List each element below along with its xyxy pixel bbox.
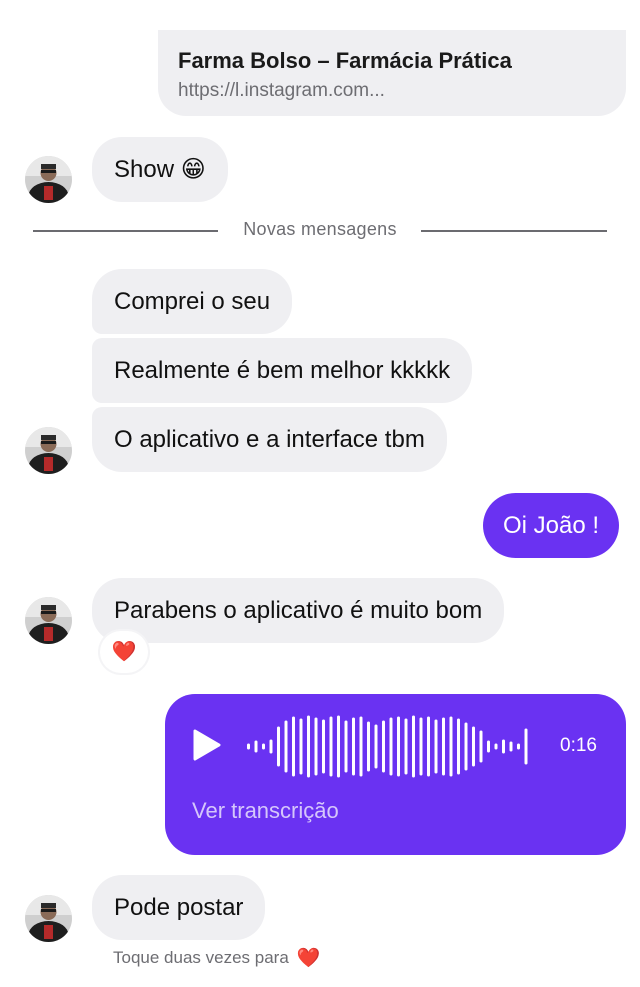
message-bubble[interactable]: Realmente é bem melhor kkkkk: [92, 338, 473, 403]
voice-duration: 0:16: [560, 735, 597, 756]
voice-message-bubble[interactable]: 0:16 Ver transcrição: [165, 694, 626, 855]
waveform-bar: [329, 716, 333, 777]
sender-avatar[interactable]: [25, 427, 72, 474]
waveform-bar: [299, 718, 303, 775]
play-icon[interactable]: [191, 729, 221, 761]
waveform-bar: [472, 726, 475, 767]
waveform-bar: [479, 730, 483, 763]
waveform-bar: [524, 728, 528, 765]
waveform-bar: [344, 720, 348, 773]
message-bubble[interactable]: Parabens o aplicativo é muito bom: [92, 578, 505, 643]
waveform-bar: [277, 726, 280, 767]
waveform-bar: [359, 716, 363, 777]
waveform-bar: [254, 740, 258, 753]
user-avatar-icon: [25, 427, 72, 474]
waveform-bar: [404, 718, 408, 775]
waveform-bar: [389, 717, 393, 776]
waveform-bar: [292, 716, 295, 777]
waveform-bar: [464, 722, 468, 771]
heart-icon: ❤️: [296, 948, 321, 969]
sender-avatar[interactable]: [25, 895, 72, 942]
waveform-bar: [374, 724, 378, 769]
divider-line-right: [421, 230, 607, 232]
heart-icon: ❤️: [111, 641, 137, 663]
message-reaction[interactable]: ❤️: [100, 631, 148, 673]
waveform-bar: [397, 716, 400, 777]
waveform-bar: [307, 715, 310, 778]
waveform[interactable]: [245, 714, 535, 779]
message-bubble[interactable]: O aplicativo e a interface tbm: [92, 407, 447, 472]
waveform-bar: [284, 720, 288, 773]
waveform-bar: [314, 717, 318, 776]
see-transcription-link[interactable]: Ver transcrição: [192, 798, 339, 824]
link-preview-card[interactable]: Farma Bolso – Farmácia Prática https://l…: [158, 30, 626, 116]
waveform-bar: [487, 740, 490, 753]
waveform-bar: [412, 715, 415, 778]
link-preview-title: Farma Bolso – Farmácia Prática: [178, 48, 512, 73]
waveform-bar: [457, 718, 460, 775]
waveform-bar: [427, 716, 430, 777]
message-bubble[interactable]: Show 😁: [92, 137, 228, 202]
sender-avatar[interactable]: [25, 156, 72, 203]
waveform-bar: [269, 739, 273, 754]
double-tap-hint: Toque duas vezes para ❤️: [113, 946, 320, 970]
waveform-bar: [517, 743, 520, 750]
message-bubble[interactable]: Comprei o seu: [92, 269, 293, 334]
user-avatar-icon: [25, 895, 72, 942]
divider-line-left: [33, 230, 218, 232]
waveform-bar: [419, 717, 423, 776]
new-messages-divider: Novas mensagens: [243, 219, 397, 239]
waveform-bar: [442, 717, 445, 776]
waveform-bar: [494, 743, 498, 750]
waveform-bar: [367, 721, 370, 772]
link-preview-url: https://l.instagram.com...: [178, 80, 385, 101]
waveform-bar: [322, 719, 325, 774]
waveform-bar: [509, 741, 513, 752]
waveform-bar: [262, 743, 265, 750]
waveform-bar: [502, 739, 505, 754]
waveform-bar: [434, 719, 438, 774]
user-avatar-icon: [25, 597, 72, 644]
waveform-bar: [352, 717, 355, 776]
waveform-bar: [247, 743, 250, 750]
sender-avatar[interactable]: [25, 597, 72, 644]
waveform-bar: [337, 715, 340, 778]
waveform-bar: [449, 716, 453, 777]
message-bubble[interactable]: Pode postar: [92, 875, 266, 940]
outgoing-message-bubble[interactable]: Oi João !: [483, 493, 620, 558]
user-avatar-icon: [25, 156, 72, 203]
waveform-bar: [382, 720, 385, 773]
hint-text: Toque duas vezes para: [113, 948, 289, 967]
